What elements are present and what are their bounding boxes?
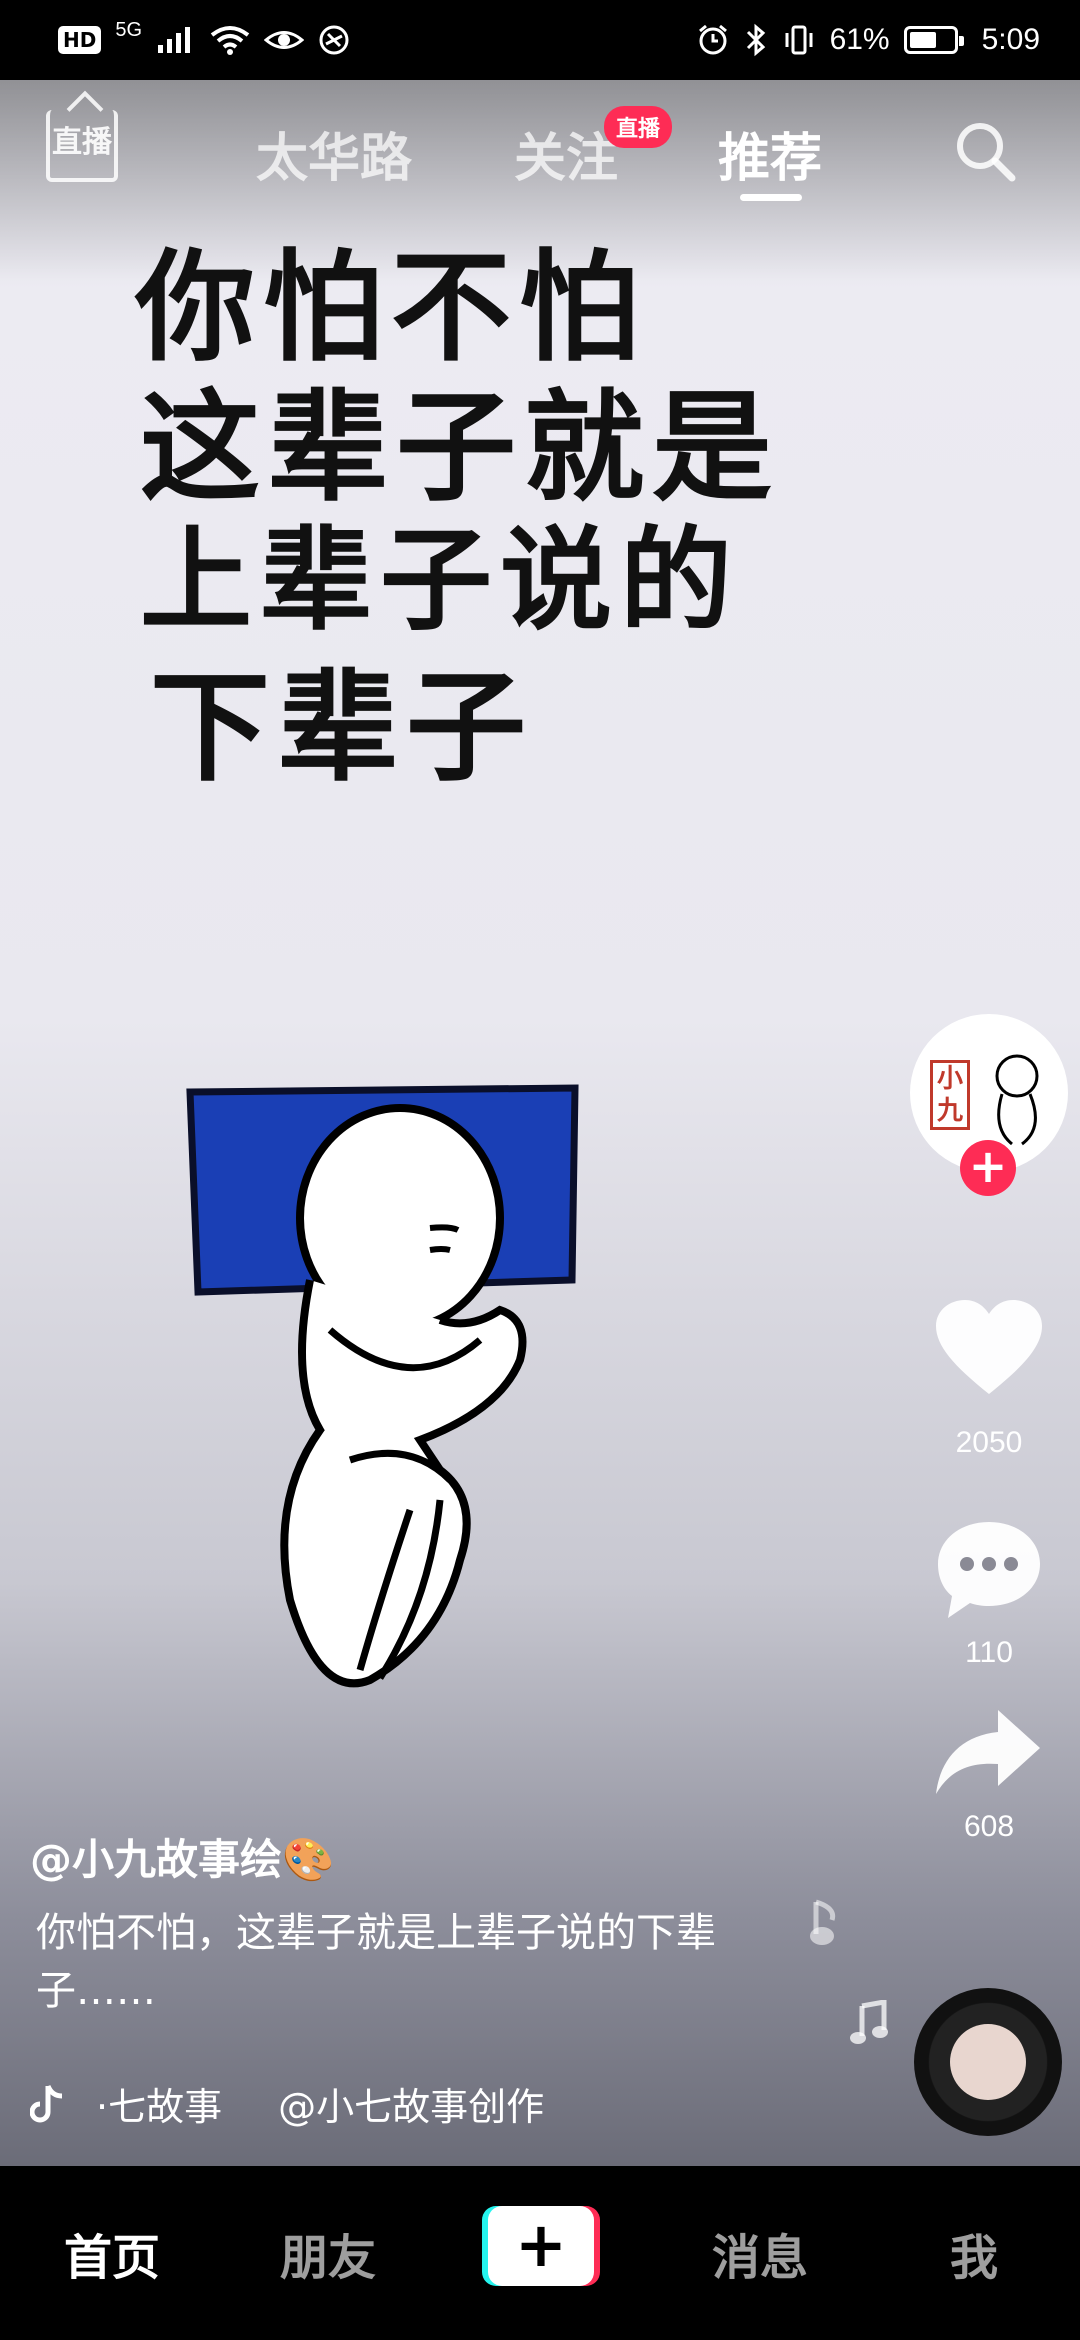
share-count: 608 (963, 1810, 1015, 1843)
signal-icon (158, 27, 191, 53)
nav-messages[interactable]: 消息 (712, 2218, 808, 2288)
tiktok-note-icon (30, 2084, 63, 2122)
live-tv-label: 直播 (52, 125, 112, 160)
avatar-figure (995, 1054, 1039, 1146)
sleeping-figure-illustration (186, 1084, 579, 1688)
music-credit: @小七故事创作 (278, 2085, 545, 2129)
top-navigation: 直播 太华路 关注 直播 推荐 (0, 80, 1080, 220)
like-count: 2050 (955, 1426, 1023, 1459)
alarm-icon (698, 24, 727, 55)
follow-button[interactable]: + (960, 1140, 1016, 1196)
floating-note-icon (810, 1899, 836, 1945)
tab-recommended[interactable]: 推荐 (718, 116, 822, 191)
battery-percent: 61% (829, 23, 890, 56)
share-icon[interactable] (934, 1708, 1044, 1798)
hd-badge: HD (58, 26, 102, 54)
vpn-icon (319, 25, 349, 55)
nav-friends[interactable]: 朋友 (280, 2218, 376, 2288)
create-post-button[interactable]: + (482, 2206, 600, 2286)
music-disc-cover (950, 2024, 1026, 2100)
handwriting-line: 上辈子说的 (140, 515, 740, 646)
avatar-seal: 小九 (930, 1060, 970, 1130)
bluetooth-icon (746, 23, 765, 57)
comment-icon[interactable] (934, 1518, 1044, 1622)
music-title: ·七故事 (96, 2085, 223, 2129)
vibrate-icon (785, 25, 813, 55)
heart-icon[interactable] (934, 1298, 1044, 1398)
wifi-icon (210, 26, 250, 55)
live-badge: 直播 (604, 106, 673, 148)
tab-local[interactable]: 太华路 (256, 116, 412, 191)
music-info-row[interactable]: ·七故事 @小七故事创作 (30, 2076, 636, 2131)
status-bar: HD 5G 61% 5:09 (0, 0, 1080, 80)
comment-count: 110 (965, 1636, 1013, 1669)
clock: 5:09 (981, 23, 1040, 56)
music-disc-button[interactable] (914, 1988, 1062, 2136)
search-icon[interactable] (952, 118, 1018, 184)
eye-icon (264, 31, 305, 49)
video-frame-drawing: 你怕不怕 这辈子就是 上辈子说的 下辈子 (0, 80, 1080, 1780)
battery-icon (903, 26, 964, 54)
floating-note-icon (850, 2000, 888, 2044)
video-caption[interactable]: 你怕不怕，这辈子就是上辈子说的下辈子…… (36, 1904, 796, 2020)
active-tab-indicator (740, 194, 802, 201)
nav-home[interactable]: 首页 (64, 2218, 160, 2288)
network-type: 5G (115, 18, 143, 41)
author-handle[interactable]: @小九故事绘🎨 (30, 1826, 334, 1887)
plus-icon: + (488, 2206, 594, 2286)
handwriting-line: 下辈子 (150, 657, 534, 798)
nav-me[interactable]: 我 (950, 2218, 998, 2288)
live-tv-button[interactable]: 直播 (46, 110, 118, 182)
tab-following[interactable]: 关注 (514, 116, 618, 191)
bottom-navigation: 首页 朋友 + 消息 我 (0, 2166, 1080, 2340)
